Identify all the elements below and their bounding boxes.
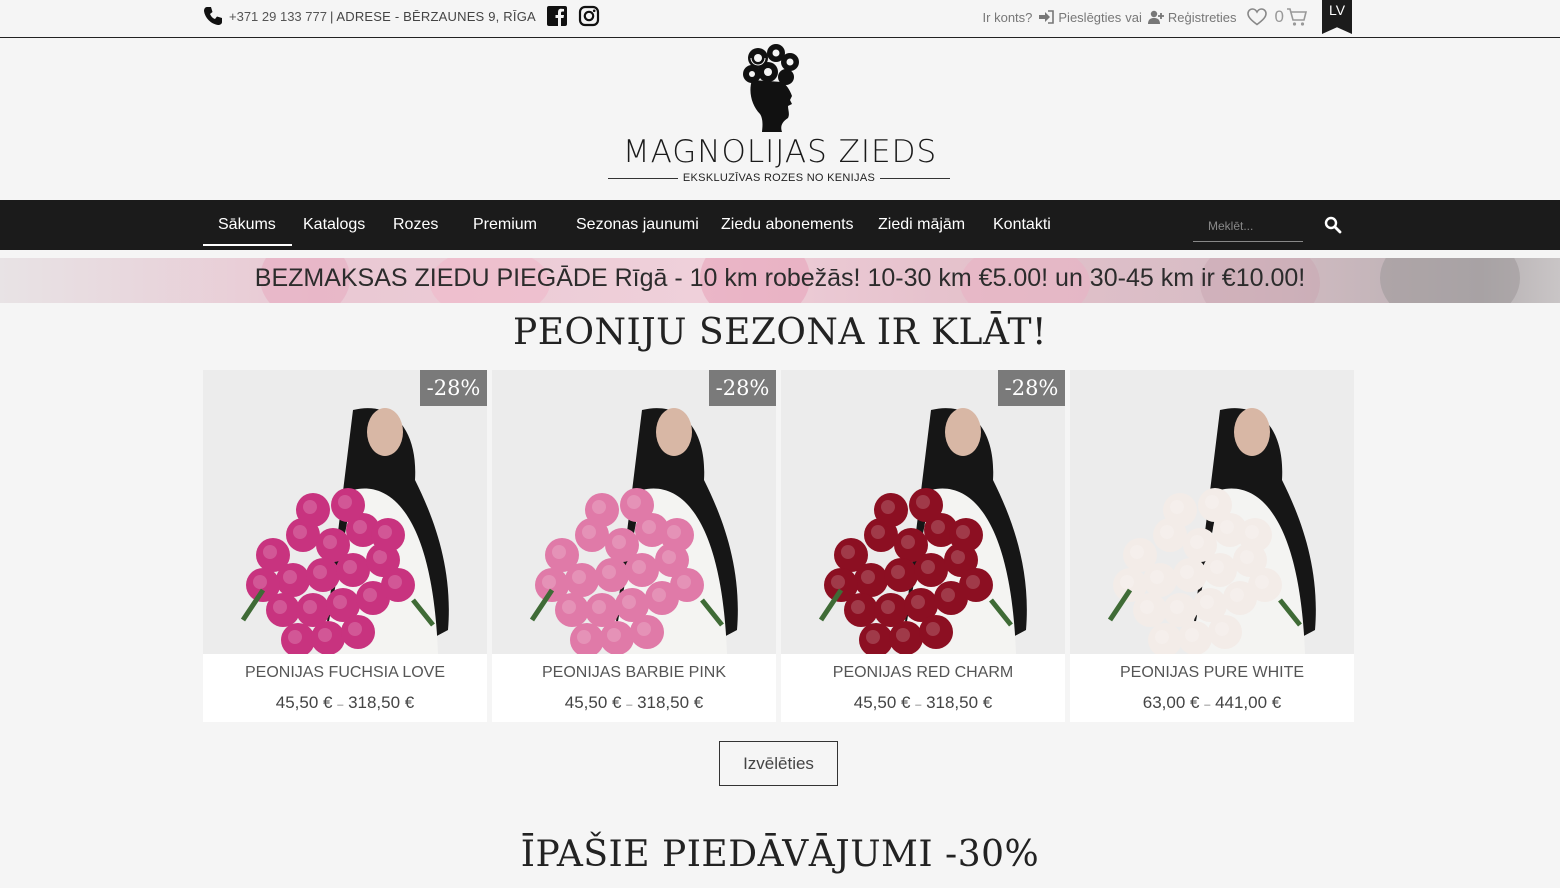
- product-title[interactable]: PEONIJAS FUCHSIA LOVE: [203, 664, 487, 682]
- price-min: 45,50 €: [853, 693, 911, 712]
- product-card-pure-white[interactable]: PEONIJAS PURE WHITE 63,00 € – 441,00 €: [1070, 370, 1354, 722]
- price-dash: –: [337, 699, 344, 711]
- brand-tagline: EKSKLUZĪVAS ROZES NO KENIJAS: [608, 172, 951, 184]
- search-icon[interactable]: [1324, 216, 1342, 234]
- section-heading-special-offers: ĪPAŠIE PIEDĀVĀJUMI -30%: [520, 834, 1040, 875]
- cart-count[interactable]: 0: [1275, 7, 1284, 27]
- price-max: 318,50 €: [637, 693, 704, 712]
- instagram-icon[interactable]: [578, 5, 600, 27]
- main-navigation: Sākums Katalogs Rozes Premium Sezonas ja…: [0, 200, 1560, 250]
- contact-info: +371 29 133 777 | ADRESE - BĒRZAUNES 9, …: [203, 5, 600, 27]
- nav-item-subscription[interactable]: Ziedu abonements: [721, 200, 854, 250]
- price-max: 441,00 €: [1215, 693, 1282, 712]
- product-price: 45,50 € – 318,50 €: [203, 693, 487, 713]
- site-logo[interactable]: MAGNOLIJAS ZIEDS EKSKLUZĪVAS ROZES NO KE…: [600, 44, 960, 194]
- nav-item-season-news[interactable]: Sezonas jaunumi: [576, 200, 699, 250]
- delivery-banner: BEZMAKSAS ZIEDU PIEGĀDE Rīgā - 10 km rob…: [0, 258, 1560, 303]
- product-title[interactable]: PEONIJAS PURE WHITE: [1070, 664, 1354, 682]
- product-price: 45,50 € – 318,50 €: [781, 693, 1065, 713]
- facebook-icon[interactable]: [546, 5, 568, 27]
- phone-icon[interactable]: [203, 6, 223, 26]
- sign-in-icon[interactable]: [1038, 10, 1055, 24]
- address: ADRESE - BĒRZAUNES 9, RĪGA: [336, 8, 536, 24]
- product-image[interactable]: [1070, 370, 1354, 654]
- price-dash: –: [626, 699, 633, 711]
- nav-item-flowers-home[interactable]: Ziedi mājām: [878, 200, 965, 250]
- price-dash: –: [1204, 699, 1211, 711]
- separator: |: [329, 8, 334, 24]
- brand-name: MAGNOLIJAS ZIEDS: [622, 134, 938, 170]
- cart-icon[interactable]: [1286, 7, 1308, 27]
- discount-badge: -28%: [709, 370, 776, 406]
- product-card-barbie-pink[interactable]: -28% PEONIJAS BARBIE PINK 45,50 € – 318,…: [492, 370, 776, 722]
- discount-badge: -28%: [998, 370, 1065, 406]
- tagline-text: EKSKLUZĪVAS ROZES NO KENIJAS: [682, 172, 876, 184]
- delivery-banner-text: BEZMAKSAS ZIEDU PIEGĀDE Rīgā - 10 km rob…: [254, 264, 1306, 292]
- woman-silhouette-logo-icon: [743, 44, 799, 132]
- user-plus-icon[interactable]: [1147, 10, 1164, 24]
- search-input[interactable]: [1193, 210, 1303, 242]
- product-image[interactable]: [492, 370, 776, 654]
- nav-item-premium[interactable]: Premium: [473, 200, 537, 250]
- price-dash: –: [915, 699, 922, 711]
- product-price: 63,00 € – 441,00 €: [1070, 693, 1354, 713]
- product-card-red-charm[interactable]: -28% PEONIJAS RED CHARM 45,50 € – 318,50…: [781, 370, 1065, 722]
- login-link[interactable]: Pieslēgties: [1058, 10, 1121, 25]
- register-link[interactable]: Reģistreties: [1168, 10, 1237, 25]
- product-card-fuchsia-love[interactable]: -28% PEONIJAS FUCHSIA LOVE 45,50 € – 318…: [203, 370, 487, 722]
- nav-item-contacts[interactable]: Kontakti: [993, 200, 1051, 250]
- product-title[interactable]: PEONIJAS RED CHARM: [781, 664, 1065, 682]
- price-max: 318,50 €: [348, 693, 415, 712]
- discount-badge: -28%: [420, 370, 487, 406]
- price-min: 45,50 €: [275, 693, 333, 712]
- price-min: 45,50 €: [564, 693, 622, 712]
- price-min: 63,00 €: [1142, 693, 1200, 712]
- account-links: Ir konts? Pieslēgties vai Reģistreties 0: [983, 6, 1308, 28]
- or-label: vai: [1125, 9, 1142, 25]
- wishlist-heart-icon[interactable]: [1246, 8, 1267, 26]
- nav-item-catalog[interactable]: Katalogs: [303, 200, 365, 250]
- product-price: 45,50 € – 318,50 €: [492, 693, 776, 713]
- product-image[interactable]: [781, 370, 1065, 654]
- nav-item-roses[interactable]: Rozes: [393, 200, 438, 250]
- phone-number[interactable]: +371 29 133 777: [229, 9, 327, 24]
- nav-item-home[interactable]: Sākums: [203, 200, 292, 250]
- product-image[interactable]: [203, 370, 487, 654]
- section-heading-peony: PEONIJU SEZONA IR KLĀT!: [513, 312, 1047, 353]
- price-max: 318,50 €: [926, 693, 993, 712]
- account-question: Ir konts?: [982, 9, 1033, 25]
- product-title[interactable]: PEONIJAS BARBIE PINK: [492, 664, 776, 682]
- choose-button[interactable]: Izvēlēties: [719, 741, 838, 786]
